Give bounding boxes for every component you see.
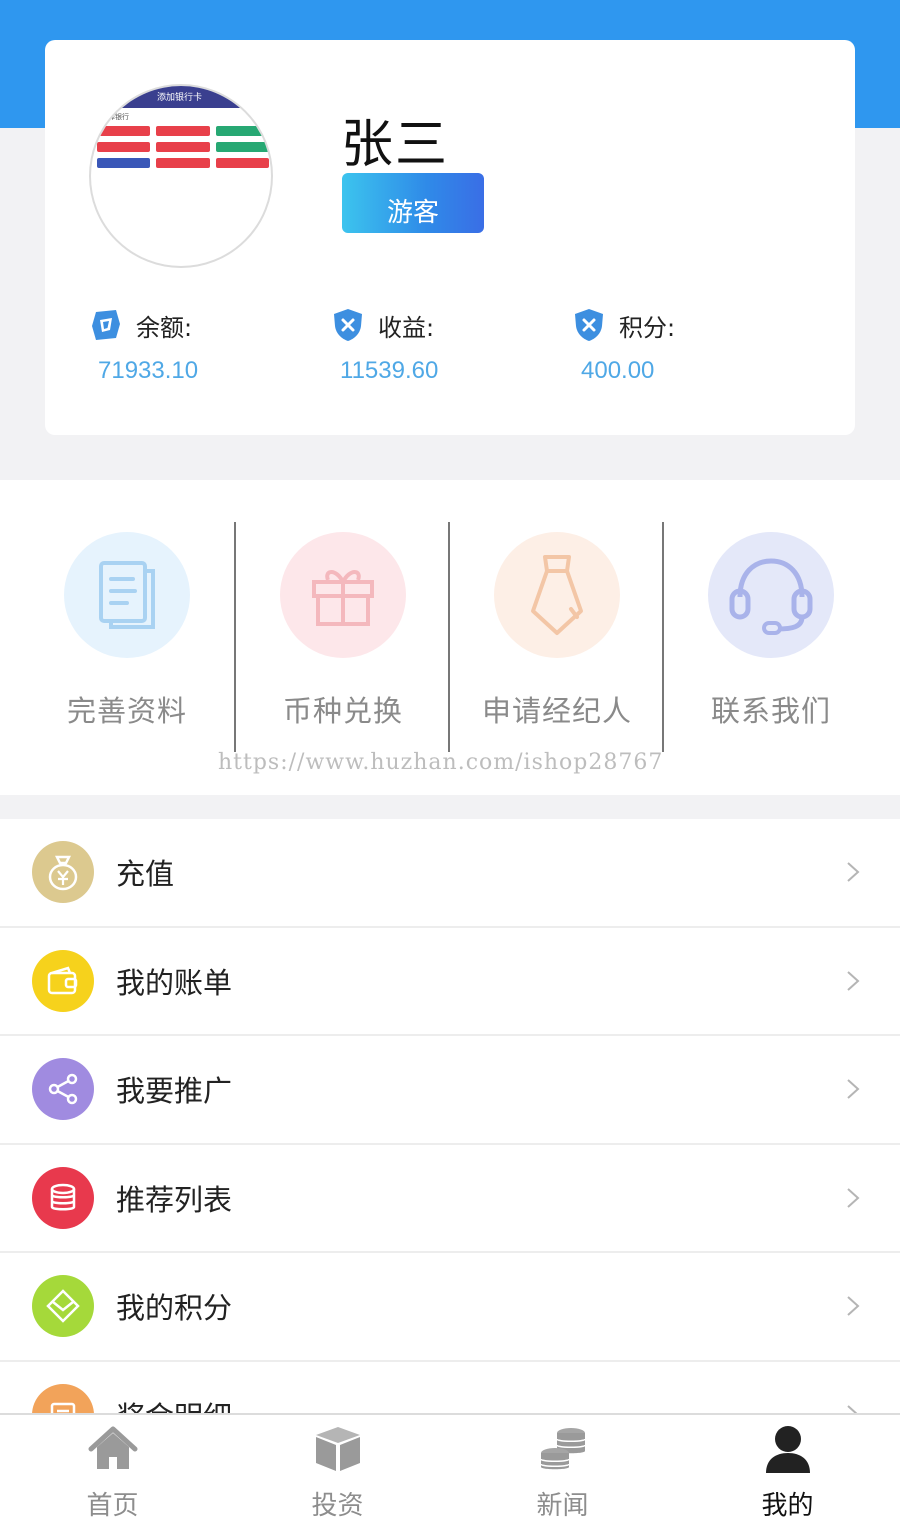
menu-list: 充值 我的账单 我要推广 推荐列表 我的积分 奖金明细 [0,819,900,1470]
menu-label: 充值 [116,857,175,892]
menu-item-points[interactable]: 我的积分 [0,1253,900,1362]
shield-icon [575,309,603,341]
tab-label: 投资 [311,1491,364,1521]
quick-action-label: 申请经纪人 [481,694,632,728]
stat-earnings: 收益: 11539.60 [332,305,532,385]
profile-card: 添加银行卡 选择银行 张三 游客 余额: 71933.10 收益: 11539.… [45,40,855,435]
bottom-tab-bar: 首页 投资 新闻 我的 [0,1413,900,1525]
user-icon [765,1426,810,1473]
role-badge[interactable]: 游客 [342,173,484,233]
menu-item-promote[interactable]: 我要推广 [0,1036,900,1145]
menu-item-recharge[interactable]: 充值 [0,819,900,928]
gift-icon [280,532,406,658]
menu-label: 我的账单 [116,965,233,1000]
stat-balance: 余额: 71933.10 [90,305,290,385]
stat-label: 积分: [619,313,676,342]
share-icon [32,1058,94,1121]
stat-points: 积分: 400.00 [573,305,773,385]
tab-invest[interactable]: 投资 [225,1415,450,1525]
chevron-right-icon [847,1188,860,1208]
chevron-right-icon [847,971,860,991]
chevron-right-icon [847,1079,860,1099]
menu-label: 我的积分 [116,1291,233,1326]
wallet-icon [32,949,94,1012]
watermark: https://www.huzhan.com/ishop28767 [218,750,664,775]
database-icon [32,1166,94,1229]
tab-news[interactable]: 新闻 [450,1415,675,1525]
quick-action-profile[interactable]: 完善资料 [20,532,234,730]
tab-label: 我的 [761,1491,814,1521]
money-bag-icon [32,841,94,904]
tab-mine[interactable]: 我的 [675,1415,900,1525]
balance-icon [92,310,120,340]
tie-icon [494,532,620,658]
home-icon [88,1426,137,1469]
document-icon [64,532,190,658]
quick-action-broker[interactable]: 申请经纪人 [450,532,664,730]
avatar[interactable]: 添加银行卡 选择银行 [89,84,273,268]
quick-action-label: 完善资料 [66,694,187,728]
quick-action-label: 币种兑换 [282,694,403,728]
quick-action-contact[interactable]: 联系我们 [664,532,878,730]
stat-value: 400.00 [581,357,655,384]
tab-label: 首页 [86,1491,139,1521]
chevron-right-icon [847,862,860,882]
stat-label: 余额: [136,313,193,342]
chevron-right-icon [847,1296,860,1316]
envelope-icon [32,1275,94,1338]
avatar-caption: 添加银行卡 [157,93,203,103]
stat-label: 收益: [378,313,435,342]
quick-actions-panel: 完善资料 币种兑换 申请经纪人 联系我们 https://www.huzhan.… [0,480,900,795]
tab-home[interactable]: 首页 [0,1415,225,1525]
stat-value: 71933.10 [98,357,199,384]
headset-icon [708,532,834,658]
shield-icon [334,309,362,341]
menu-label: 我要推广 [116,1074,233,1109]
quick-action-exchange[interactable]: 币种兑换 [236,532,450,730]
quick-action-label: 联系我们 [710,694,831,728]
tab-label: 新闻 [536,1491,589,1521]
menu-item-bills[interactable]: 我的账单 [0,928,900,1036]
box-icon [315,1427,360,1471]
avatar-tag: 选择银行 [101,113,129,121]
menu-label: 推荐列表 [116,1182,233,1217]
coins-icon [539,1428,586,1470]
menu-item-referrals[interactable]: 推荐列表 [0,1145,900,1253]
user-name: 张三 [341,115,450,175]
stat-value: 11539.60 [340,357,439,384]
